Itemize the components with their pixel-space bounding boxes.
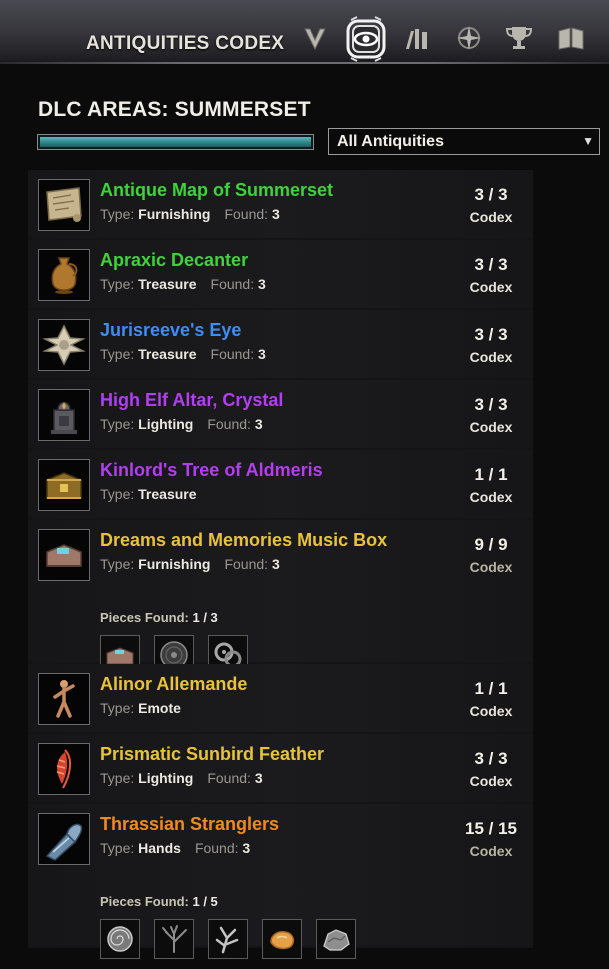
gauntlet-icon <box>38 813 90 865</box>
item-name: Dreams and Memories Music Box <box>100 530 388 550</box>
item-type: Treasure <box>138 486 197 502</box>
codex-link[interactable]: Codex <box>461 843 521 859</box>
pieces-row <box>100 919 356 959</box>
altar-icon <box>38 389 90 441</box>
item-count: 1 / 1 <box>474 465 508 484</box>
list-item[interactable]: Dreams and Memories Music Box Type: Furn… <box>28 520 533 675</box>
item-meta: Type: Hands Found: 3 <box>100 840 251 856</box>
list-item[interactable]: Thrassian Stranglers Type: Hands Found: 3… <box>28 804 533 959</box>
chest-icon <box>38 459 90 511</box>
list-item[interactable]: Alinor Allemande Type: Emote 1 / 1 Codex <box>28 664 533 734</box>
item-found: 3 <box>271 556 280 572</box>
item-found: 3 <box>254 770 263 786</box>
codex-link[interactable]: Codex <box>461 279 521 295</box>
vase-icon <box>38 249 90 301</box>
item-name: Antique Map of Summerset <box>100 180 334 200</box>
item-meta: Type: Furnishing Found: 3 <box>100 556 280 572</box>
item-count: 3 / 3 <box>474 185 508 204</box>
progress-fill <box>40 137 311 147</box>
item-meta: Type: Treasure Found: 3 <box>100 346 266 362</box>
item-count: 3 / 3 <box>474 749 508 768</box>
item-found: 3 <box>254 416 263 432</box>
list-item[interactable]: High Elf Altar, Crystal Type: Lighting Fo… <box>28 380 533 450</box>
feather-icon <box>38 743 90 795</box>
filter-selected-value: All Antiquities <box>337 132 444 150</box>
dropdown-arrow-icon: ▼ <box>582 134 594 148</box>
top-nav-bar: ANTIQUITIES CODEX <box>0 0 609 64</box>
skills-icon[interactable] <box>298 20 332 56</box>
item-name: Thrassian Stranglers <box>100 814 280 834</box>
item-name: High Elf Altar, Crystal <box>100 390 284 410</box>
list-item[interactable]: Kinlord's Tree of Aldmeris Type: Treasur… <box>28 450 533 520</box>
music-box-icon <box>38 529 90 581</box>
item-found: 3 <box>258 276 266 292</box>
antiquities-eye-icon[interactable] <box>341 14 391 64</box>
codex-link[interactable]: Codex <box>461 489 521 505</box>
codex-link[interactable]: Codex <box>461 703 521 719</box>
item-found: 3 <box>271 206 280 222</box>
trophy-icon[interactable] <box>502 20 536 56</box>
item-count: 3 / 3 <box>474 395 508 414</box>
shell-piece-icon[interactable] <box>100 919 140 959</box>
map-icon <box>38 179 90 231</box>
item-found: 3 <box>258 346 266 362</box>
dancer-icon <box>38 673 90 725</box>
item-name: Apraxic Decanter <box>100 250 249 270</box>
list-item[interactable]: Apraxic Decanter Type: Treasure Found: 3 … <box>28 240 533 310</box>
item-count: 9 / 9 <box>474 535 508 554</box>
completion-progress-bar <box>37 134 314 150</box>
list-item[interactable]: Jurisreeve's Eye Type: Treasure Found: 3 … <box>28 310 533 380</box>
codex-book-icon[interactable] <box>554 20 588 56</box>
codex-link[interactable]: Codex <box>461 419 521 435</box>
item-name: Jurisreeve's Eye <box>100 320 242 340</box>
list-item[interactable]: Prismatic Sunbird Feather Type: Lighting… <box>28 734 533 804</box>
item-count: 15 / 15 <box>465 819 517 838</box>
item-type: Emote <box>138 700 181 716</box>
antiquity-list: Antique Map of Summerset Type: Furnishin… <box>28 170 533 959</box>
item-meta: Type: Treasure <box>100 486 197 502</box>
item-type: Lighting <box>138 416 194 432</box>
item-type: Treasure <box>138 276 197 292</box>
amber-piece-icon[interactable] <box>262 919 302 959</box>
item-count: 3 / 3 <box>474 325 508 344</box>
item-meta: Type: Furnishing Found: 3 <box>100 206 280 222</box>
item-meta: Type: Lighting Found: 3 <box>100 416 263 432</box>
item-meta: Type: Treasure Found: 3 <box>100 276 266 292</box>
compass-icon[interactable] <box>452 20 486 56</box>
rock-piece-icon[interactable] <box>316 919 356 959</box>
codex-link[interactable]: Codex <box>461 773 521 789</box>
codex-link[interactable]: Codex <box>461 209 521 225</box>
item-type: Furnishing <box>138 556 211 572</box>
item-type: Treasure <box>138 346 197 362</box>
item-count: 3 / 3 <box>474 255 508 274</box>
leads-icon[interactable] <box>400 20 434 56</box>
item-count: 1 / 1 <box>474 679 508 698</box>
codex-link[interactable]: Codex <box>461 349 521 365</box>
item-name: Alinor Allemande <box>100 674 248 694</box>
page-title: DLC AREAS: SUMMERSET <box>38 98 311 121</box>
antiquity-filter-dropdown[interactable]: All Antiquities ▼ <box>328 128 600 155</box>
item-name: Kinlord's Tree of Aldmeris <box>100 460 323 480</box>
coral-piece-icon[interactable] <box>154 919 194 959</box>
codex-link[interactable]: Codex <box>461 559 521 575</box>
item-meta: Type: Lighting Found: 3 <box>100 770 263 786</box>
app-title: ANTIQUITIES CODEX <box>86 33 285 54</box>
pieces-found-label: Pieces Found: 1 / 3 <box>100 610 218 625</box>
item-found: 3 <box>242 840 251 856</box>
pieces-found-label: Pieces Found: 1 / 5 <box>100 894 218 909</box>
branch-piece-icon[interactable] <box>208 919 248 959</box>
item-type: Hands <box>138 840 181 856</box>
list-item[interactable]: Antique Map of Summerset Type: Furnishin… <box>28 170 533 240</box>
cross-emblem-icon <box>38 319 90 371</box>
item-name: Prismatic Sunbird Feather <box>100 744 325 764</box>
item-meta: Type: Emote <box>100 700 181 716</box>
item-type: Lighting <box>138 770 194 786</box>
item-type: Furnishing <box>138 206 211 222</box>
